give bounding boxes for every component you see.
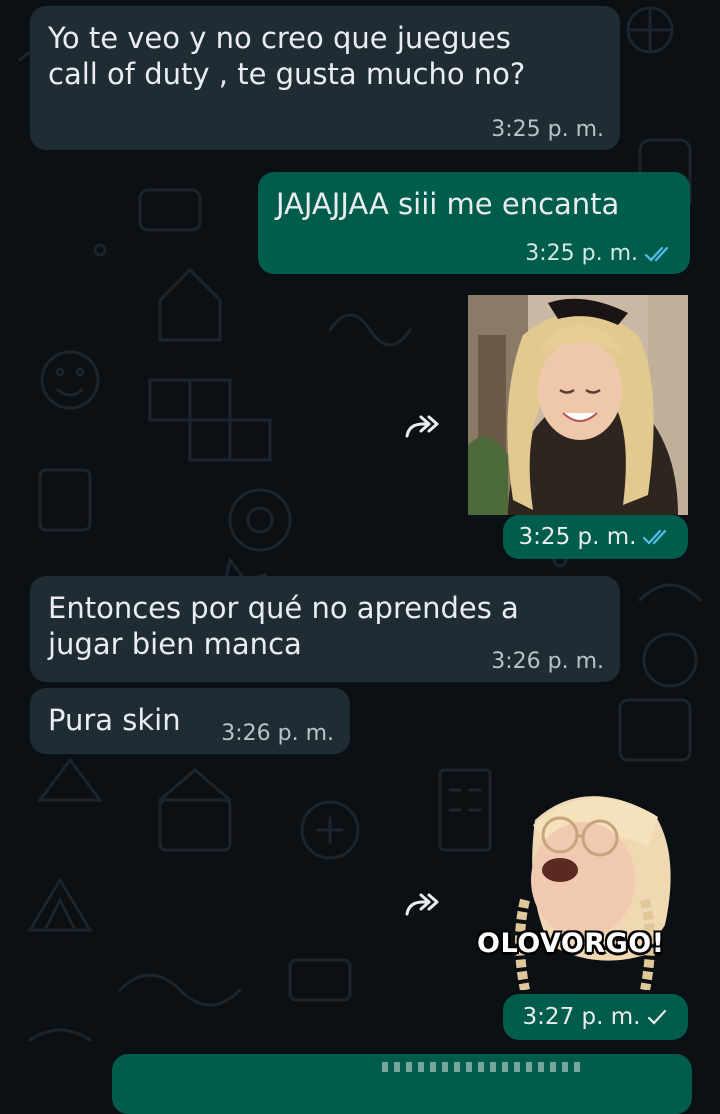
message-timestamp: 3:26 p. m. [491,649,604,674]
message-timestamp: 3:26 p. m. [221,721,334,746]
forward-icon [405,893,439,916]
message-time: 3:25 p. m. [491,117,604,142]
incoming-message[interactable]: Pura skin 3:26 p. m. [30,688,350,754]
message-text: Yo te veo y no creo que juegues call of … [48,21,526,91]
forward-icon [405,415,439,438]
message-timestamp: 3:25 p. m. [518,524,637,550]
single-check-icon [648,1009,667,1025]
message-timestamp: 3:25 p. m. [491,117,604,142]
message-timestamp: 3:25 p. m. [525,241,638,266]
incoming-message[interactable]: Yo te veo y no creo que juegues call of … [30,6,620,150]
message-timestamp: 3:27 p. m. [522,1004,641,1030]
image-time: 3:25 p. m. [503,515,688,559]
outgoing-message[interactable]: JAJAJJAA siii me encanta 3:25 p. m. [258,172,690,274]
double-check-icon [643,529,667,545]
forward-button[interactable] [400,882,444,926]
shared-photo[interactable] [468,295,688,515]
outgoing-message[interactable] [112,1054,692,1114]
incoming-message[interactable]: Entonces por qué no aprendes a jugar bie… [30,576,620,682]
message-text-partial [382,1062,582,1072]
photo-image [468,295,688,515]
message-text: JAJAJJAA siii me encanta [276,187,620,221]
double-check-icon [644,246,669,262]
forward-button[interactable] [400,404,444,448]
message-time: 3:26 p. m. [491,649,604,674]
sticker[interactable]: OLOVORGO! [477,780,685,991]
sticker-caption: OLOVORGO! [477,928,665,959]
message-time: 3:25 p. m. [525,241,674,266]
message-time: 3:26 p. m. [221,721,334,746]
sticker-time: 3:27 p. m. [503,994,688,1040]
